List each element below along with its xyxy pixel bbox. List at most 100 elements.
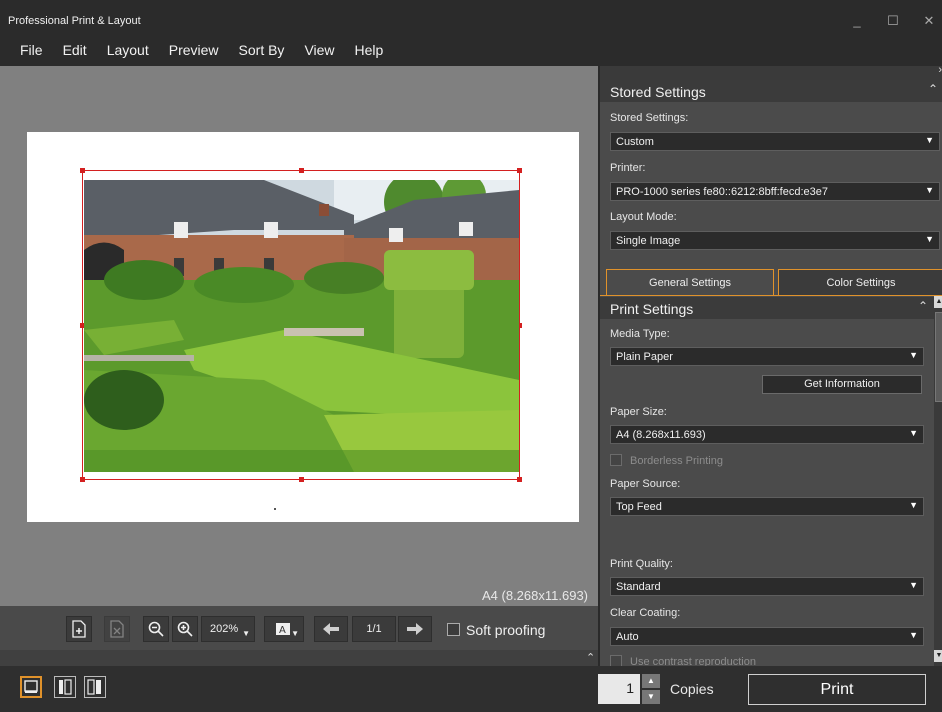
clear-coating-value: Auto — [616, 631, 639, 643]
page-number: 1/1 — [366, 623, 382, 635]
stored-settings-label: Stored Settings: — [610, 112, 689, 124]
resize-handle-ne[interactable] — [517, 168, 522, 173]
paper-center-dot — [274, 508, 276, 510]
menu-preview[interactable]: Preview — [159, 35, 229, 66]
media-type-label: Media Type: — [610, 328, 670, 340]
resize-handle-s[interactable] — [299, 477, 304, 482]
chevron-down-icon: ▼ — [925, 185, 934, 195]
zoom-out-button[interactable] — [143, 616, 169, 642]
stored-settings-title: Stored Settings — [610, 84, 706, 100]
collapse-strip: ⌃ — [0, 650, 598, 666]
view-single-button[interactable] — [20, 676, 42, 698]
title-bar: Professional Print & Layout _ ☐ ✕ — [0, 0, 942, 35]
resize-handle-n[interactable] — [299, 168, 304, 173]
page-layout-dropdown[interactable]: A ▼ — [264, 616, 304, 642]
printer-dropdown[interactable]: PRO-1000 series fe80::6212:8bff:fecd:e3e… — [610, 182, 940, 201]
clear-coating-dropdown[interactable]: Auto ▼ — [610, 627, 924, 646]
printer-label: Printer: — [610, 162, 646, 174]
zoom-level-dropdown[interactable]: 202% ▼ — [201, 616, 255, 642]
paper-preview — [27, 132, 579, 522]
settings-scrollbar[interactable]: ▲ ▼ — [934, 296, 942, 666]
delete-page-icon — [110, 620, 124, 638]
print-quality-value: Standard — [616, 581, 661, 593]
maximize-button[interactable]: ☐ — [882, 11, 904, 31]
layout-mode-value: Single Image — [616, 235, 681, 247]
soft-proofing-checkbox[interactable] — [447, 623, 460, 636]
print-quality-dropdown[interactable]: Standard ▼ — [610, 577, 924, 596]
media-type-value: Plain Paper — [616, 351, 673, 363]
print-quality-label: Print Quality: — [610, 558, 673, 570]
collapse-panel-icon[interactable]: › — [938, 66, 942, 76]
borderless-checkbox[interactable] — [610, 454, 622, 466]
menu-help[interactable]: Help — [345, 35, 394, 66]
image-frame[interactable] — [80, 168, 522, 482]
tab-general-settings[interactable]: General Settings — [606, 269, 774, 295]
paper-source-label: Paper Source: — [610, 478, 681, 490]
chevron-down-icon: ▼ — [909, 428, 918, 438]
chevron-down-icon: ▼ — [909, 580, 918, 590]
copies-stepper[interactable]: ▲ ▼ — [642, 674, 660, 704]
stored-settings-header[interactable]: Stored Settings ⌃ — [600, 80, 942, 102]
split-view-icon — [59, 679, 72, 695]
caret-down-icon[interactable]: ▼ — [642, 690, 660, 704]
next-page-button[interactable] — [398, 616, 432, 642]
get-information-button[interactable]: Get Information — [762, 375, 922, 394]
paper-size-value: A4 (8.268x11.693) — [616, 429, 706, 441]
page-indicator: 1/1 — [352, 616, 396, 642]
scroll-down-icon[interactable]: ▼ — [934, 650, 942, 662]
print-settings-header[interactable]: Print Settings ⌃ — [600, 297, 934, 319]
printer-value: PRO-1000 series fe80::6212:8bff:fecd:e3e… — [616, 186, 828, 198]
view-split-button[interactable] — [54, 676, 76, 698]
chevron-down-icon: ▼ — [909, 500, 918, 510]
delete-page-button[interactable] — [104, 616, 130, 642]
menu-view[interactable]: View — [294, 35, 344, 66]
contrast-reproduction-checkbox[interactable] — [610, 655, 622, 666]
tab-underline — [600, 295, 942, 296]
resize-handle-nw[interactable] — [80, 168, 85, 173]
menu-sort-by[interactable]: Sort By — [229, 35, 295, 66]
copies-label: Copies — [670, 681, 714, 697]
paper-source-dropdown[interactable]: Top Feed ▼ — [610, 497, 924, 516]
resize-handle-sw[interactable] — [80, 477, 85, 482]
print-button[interactable]: Print — [748, 674, 926, 705]
stored-settings-dropdown[interactable]: Custom ▼ — [610, 132, 940, 151]
paper-size-label: Paper Size: — [610, 406, 667, 418]
garden-photo — [84, 180, 519, 472]
add-page-button[interactable] — [66, 616, 92, 642]
tab-color-settings[interactable]: Color Settings — [778, 269, 942, 295]
layout-mode-dropdown[interactable]: Single Image ▼ — [610, 231, 940, 250]
previous-page-button[interactable] — [314, 616, 348, 642]
close-button[interactable]: ✕ — [918, 11, 940, 31]
arrow-left-icon — [323, 623, 339, 635]
scroll-up-icon[interactable]: ▲ — [934, 296, 942, 308]
scrollbar-thumb[interactable] — [935, 312, 942, 402]
add-page-icon — [72, 620, 86, 638]
zoom-level-value: 202% — [210, 623, 239, 635]
copies-input[interactable]: 1 — [598, 674, 640, 704]
zoom-in-button[interactable] — [172, 616, 198, 642]
chevron-up-icon[interactable]: ⌃ — [928, 82, 938, 96]
chevron-up-icon[interactable]: ⌃ — [918, 299, 928, 313]
chevron-down-icon: ▼ — [925, 135, 934, 145]
paper-size-dropdown[interactable]: A4 (8.268x11.693) ▼ — [610, 425, 924, 444]
caret-up-icon[interactable]: ▲ — [642, 674, 660, 688]
bottom-bar: 1 ▲ ▼ Copies Print — [0, 666, 942, 712]
menu-file[interactable]: File — [0, 35, 53, 66]
paper-size-indicator: A4 (8.268x11.693) — [482, 588, 588, 603]
chevron-down-icon: ▼ — [925, 234, 934, 244]
stored-settings-value: Custom — [616, 136, 654, 148]
menu-layout[interactable]: Layout — [97, 35, 159, 66]
menu-edit[interactable]: Edit — [53, 35, 97, 66]
svg-text:A: A — [279, 625, 286, 636]
view-compare-button[interactable] — [84, 676, 106, 698]
single-view-icon — [24, 680, 38, 693]
window-title: Professional Print & Layout — [8, 15, 141, 27]
preview-toolbar: 202% ▼ A ▼ 1/1 Soft proofing — [0, 606, 598, 650]
minimize-button[interactable]: _ — [846, 11, 868, 31]
double-chevron-up-icon[interactable]: ⌃ — [586, 651, 595, 664]
media-type-dropdown[interactable]: Plain Paper ▼ — [610, 347, 924, 366]
resize-handle-se[interactable] — [517, 477, 522, 482]
borderless-label: Borderless Printing — [630, 455, 723, 467]
chevron-down-icon: ▼ — [909, 350, 918, 360]
panel-top-strip: › — [600, 66, 942, 80]
